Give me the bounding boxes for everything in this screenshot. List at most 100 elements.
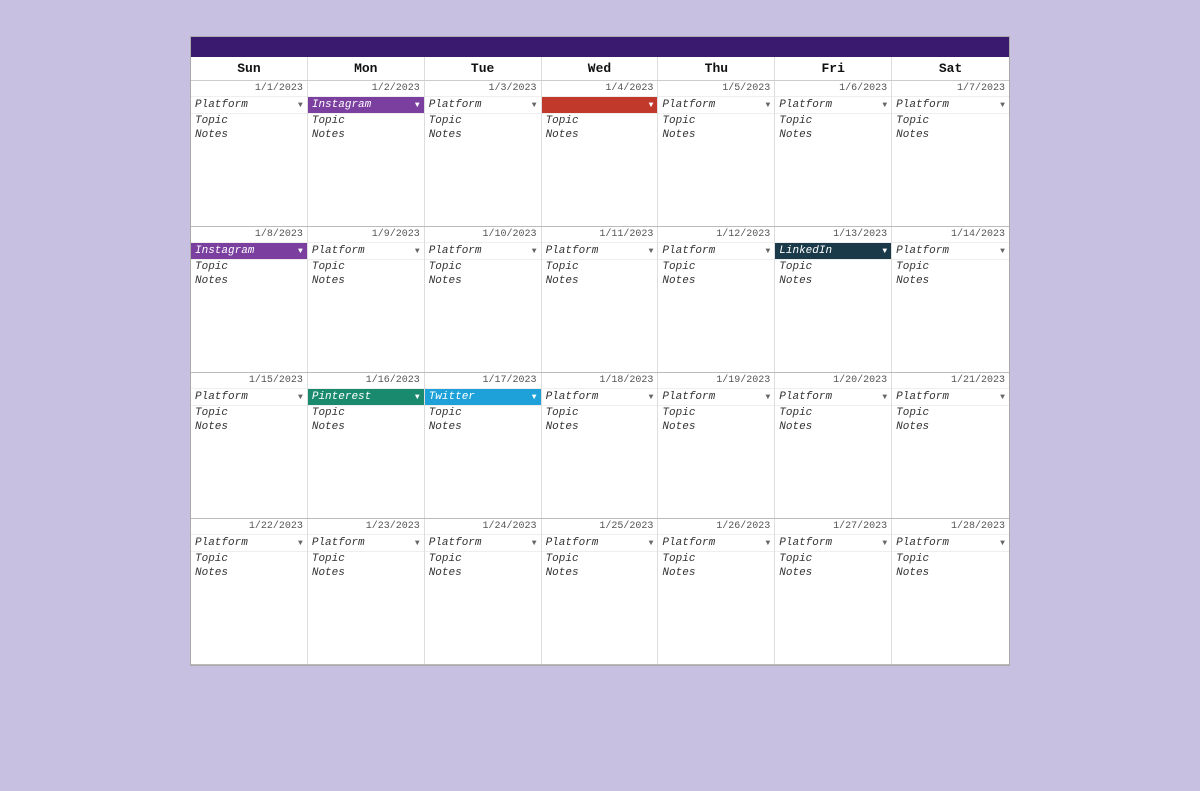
platform-select[interactable]: PlatformInstagramYouTubeLinkedInPinteres… xyxy=(425,243,541,259)
platform-select[interactable]: PlatformInstagramYouTubeLinkedInPinteres… xyxy=(425,389,541,405)
topic-field: Topic xyxy=(892,114,1009,128)
platform-select[interactable]: PlatformInstagramYouTubeLinkedInPinteres… xyxy=(775,389,891,405)
date-label: 1/17/2023 xyxy=(425,373,541,389)
day-cell-1-1-2023: 1/1/2023PlatformInstagramYouTubeLinkedIn… xyxy=(191,81,308,226)
topic-field: Topic xyxy=(308,552,424,566)
date-label: 1/8/2023 xyxy=(191,227,307,243)
topic-field: Topic xyxy=(542,552,658,566)
day-header-mon: Mon xyxy=(308,57,425,80)
platform-select[interactable]: PlatformInstagramYouTubeLinkedInPinteres… xyxy=(775,97,891,113)
notes-field: Notes xyxy=(775,420,891,434)
notes-field: Notes xyxy=(775,566,891,580)
platform-select[interactable]: PlatformInstagramYouTubeLinkedInPinteres… xyxy=(542,389,658,405)
notes-field: Notes xyxy=(191,274,307,288)
date-label: 1/10/2023 xyxy=(425,227,541,243)
topic-field: Topic xyxy=(775,260,891,274)
date-label: 1/7/2023 xyxy=(892,81,1009,97)
day-cell-1-19-2023: 1/19/2023PlatformInstagramYouTubeLinkedI… xyxy=(658,373,775,518)
platform-select[interactable]: PlatformInstagramYouTubeLinkedInPinteres… xyxy=(308,243,424,259)
day-cell-1-28-2023: 1/28/2023PlatformInstagramYouTubeLinkedI… xyxy=(892,519,1009,664)
month-header xyxy=(191,37,1009,57)
notes-field: Notes xyxy=(191,566,307,580)
platform-select[interactable]: PlatformInstagramYouTubeLinkedInPinteres… xyxy=(542,243,658,259)
platform-select-wrapper: PlatformInstagramYouTubeLinkedInPinteres… xyxy=(191,535,307,552)
notes-field: Notes xyxy=(892,128,1009,142)
day-cell-1-26-2023: 1/26/2023PlatformInstagramYouTubeLinkedI… xyxy=(658,519,775,664)
platform-select[interactable]: PlatformInstagramYouTubeLinkedInPinteres… xyxy=(892,243,1009,259)
day-cell-1-20-2023: 1/20/2023PlatformInstagramYouTubeLinkedI… xyxy=(775,373,892,518)
day-cell-1-22-2023: 1/22/2023PlatformInstagramYouTubeLinkedI… xyxy=(191,519,308,664)
platform-select[interactable]: PlatformInstagramYouTubeLinkedInPinteres… xyxy=(308,97,424,113)
topic-field: Topic xyxy=(542,406,658,420)
notes-field: Notes xyxy=(542,274,658,288)
platform-select[interactable]: PlatformInstagramYouTubeLinkedInPinteres… xyxy=(191,389,307,405)
date-label: 1/6/2023 xyxy=(775,81,891,97)
platform-select[interactable]: PlatformInstagramYouTubeLinkedInPinteres… xyxy=(892,389,1009,405)
platform-select-wrapper: PlatformInstagramYouTubeLinkedInPinteres… xyxy=(775,535,891,552)
platform-select-wrapper: PlatformInstagramYouTubeLinkedInPinteres… xyxy=(425,97,541,114)
platform-select[interactable]: PlatformInstagramYouTubeLinkedInPinteres… xyxy=(308,389,424,405)
day-cell-1-5-2023: 1/5/2023PlatformInstagramYouTubeLinkedIn… xyxy=(658,81,775,226)
notes-field: Notes xyxy=(542,566,658,580)
date-label: 1/21/2023 xyxy=(892,373,1009,389)
platform-select[interactable]: PlatformInstagramYouTubeLinkedInPinteres… xyxy=(658,535,774,551)
platform-select[interactable]: PlatformInstagramYouTubeLinkedInPinteres… xyxy=(542,535,658,551)
date-label: 1/20/2023 xyxy=(775,373,891,389)
platform-select[interactable]: PlatformInstagramYouTubeLinkedInPinteres… xyxy=(658,97,774,113)
platform-select[interactable]: PlatformInstagramYouTubeLinkedInPinteres… xyxy=(191,97,307,113)
day-cell-1-7-2023: 1/7/2023PlatformInstagramYouTubeLinkedIn… xyxy=(892,81,1009,226)
platform-select-wrapper: PlatformInstagramYouTubeLinkedInPinteres… xyxy=(658,97,774,114)
topic-field: Topic xyxy=(191,114,307,128)
platform-select[interactable]: PlatformInstagramYouTubeLinkedInPinteres… xyxy=(892,535,1009,551)
platform-select[interactable]: PlatformInstagramYouTubeLinkedInPinteres… xyxy=(308,535,424,551)
day-cell-1-15-2023: 1/15/2023PlatformInstagramYouTubeLinkedI… xyxy=(191,373,308,518)
date-label: 1/24/2023 xyxy=(425,519,541,535)
notes-field: Notes xyxy=(892,566,1009,580)
notes-field: Notes xyxy=(542,128,658,142)
platform-select[interactable]: PlatformInstagramYouTubeLinkedInPinteres… xyxy=(425,97,541,113)
platform-select[interactable]: PlatformInstagramYouTubeLinkedInPinteres… xyxy=(425,535,541,551)
platform-select-wrapper: PlatformInstagramYouTubeLinkedInPinteres… xyxy=(191,389,307,406)
day-cell-1-17-2023: 1/17/2023PlatformInstagramYouTubeLinkedI… xyxy=(425,373,542,518)
day-cell-1-6-2023: 1/6/2023PlatformInstagramYouTubeLinkedIn… xyxy=(775,81,892,226)
platform-select[interactable]: PlatformInstagramYouTubeLinkedInPinteres… xyxy=(775,243,891,259)
topic-field: Topic xyxy=(658,114,774,128)
platform-select-wrapper: PlatformInstagramYouTubeLinkedInPinteres… xyxy=(892,389,1009,406)
platform-select[interactable]: PlatformInstagramYouTubeLinkedInPinteres… xyxy=(658,389,774,405)
date-label: 1/18/2023 xyxy=(542,373,658,389)
platform-select[interactable]: PlatformInstagramYouTubeLinkedInPinteres… xyxy=(892,97,1009,113)
platform-select-wrapper: PlatformInstagramYouTubeLinkedInPinteres… xyxy=(658,389,774,406)
topic-field: Topic xyxy=(892,552,1009,566)
day-cell-1-8-2023: 1/8/2023PlatformInstagramYouTubeLinkedIn… xyxy=(191,227,308,372)
topic-field: Topic xyxy=(425,114,541,128)
platform-select[interactable]: PlatformInstagramYouTubeLinkedInPinteres… xyxy=(658,243,774,259)
topic-field: Topic xyxy=(308,406,424,420)
platform-select-wrapper: PlatformInstagramYouTubeLinkedInPinteres… xyxy=(425,389,541,406)
platform-select-wrapper: PlatformInstagramYouTubeLinkedInPinteres… xyxy=(191,243,307,260)
platform-select-wrapper: PlatformInstagramYouTubeLinkedInPinteres… xyxy=(658,535,774,552)
day-cell-1-10-2023: 1/10/2023PlatformInstagramYouTubeLinkedI… xyxy=(425,227,542,372)
platform-select[interactable]: PlatformInstagramYouTubeLinkedInPinteres… xyxy=(775,535,891,551)
date-label: 1/19/2023 xyxy=(658,373,774,389)
platform-select-wrapper: PlatformInstagramYouTubeLinkedInPinteres… xyxy=(308,97,424,114)
platform-select-wrapper: PlatformInstagramYouTubeLinkedInPinteres… xyxy=(775,389,891,406)
platform-select-wrapper: PlatformInstagramYouTubeLinkedInPinteres… xyxy=(542,243,658,260)
platform-select-wrapper: PlatformInstagramYouTubeLinkedInPinteres… xyxy=(308,243,424,260)
platform-select[interactable]: PlatformInstagramYouTubeLinkedInPinteres… xyxy=(191,535,307,551)
platform-select[interactable]: PlatformInstagramYouTubeLinkedInPinteres… xyxy=(191,243,307,259)
date-label: 1/3/2023 xyxy=(425,81,541,97)
week-row-0: 1/1/2023PlatformInstagramYouTubeLinkedIn… xyxy=(191,81,1009,227)
day-cell-1-12-2023: 1/12/2023PlatformInstagramYouTubeLinkedI… xyxy=(658,227,775,372)
platform-select[interactable]: PlatformInstagramYouTubeLinkedInPinteres… xyxy=(542,97,658,113)
topic-field: Topic xyxy=(892,406,1009,420)
day-cell-1-27-2023: 1/27/2023PlatformInstagramYouTubeLinkedI… xyxy=(775,519,892,664)
topic-field: Topic xyxy=(775,114,891,128)
topic-field: Topic xyxy=(658,406,774,420)
notes-field: Notes xyxy=(658,128,774,142)
notes-field: Notes xyxy=(425,128,541,142)
notes-field: Notes xyxy=(191,420,307,434)
day-cell-1-25-2023: 1/25/2023PlatformInstagramYouTubeLinkedI… xyxy=(542,519,659,664)
week-row-1: 1/8/2023PlatformInstagramYouTubeLinkedIn… xyxy=(191,227,1009,373)
day-header-thu: Thu xyxy=(658,57,775,80)
date-label: 1/27/2023 xyxy=(775,519,891,535)
